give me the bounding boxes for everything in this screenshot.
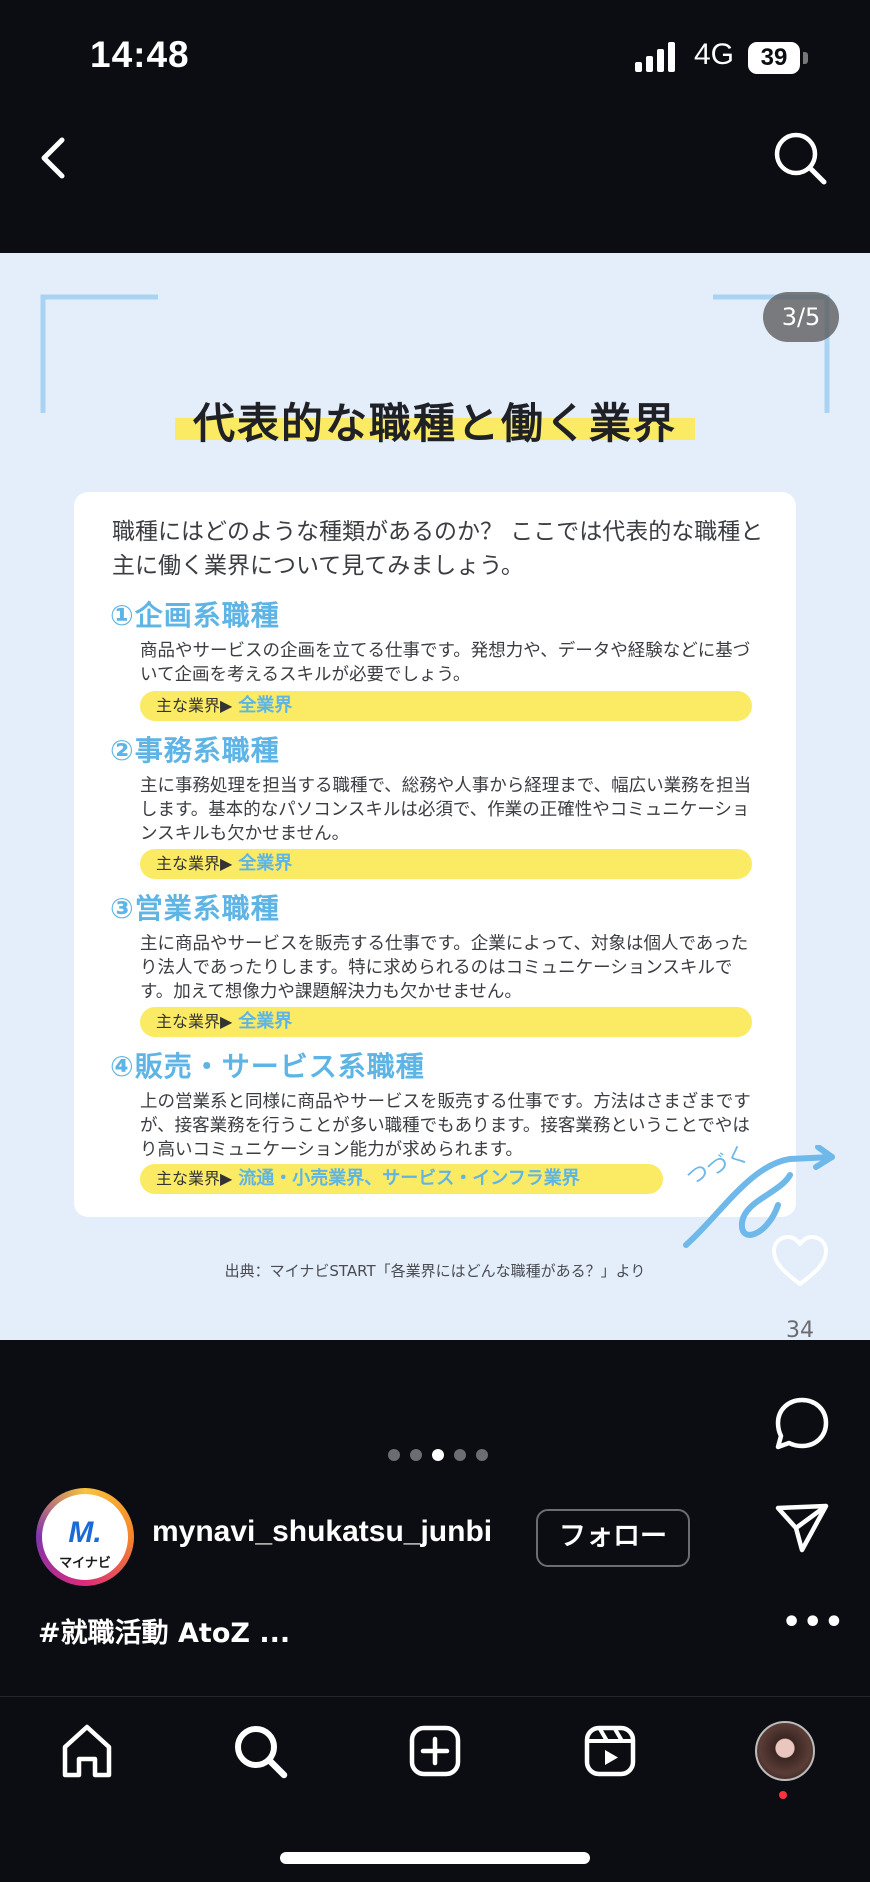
industry-bar: 主な業界▶ 全業界 (140, 691, 752, 721)
carousel-dot (388, 1449, 400, 1461)
section-heading: ①企画系職種 (110, 599, 280, 632)
profile-avatar[interactable] (755, 1721, 815, 1781)
carousel-counter: 3/5 (763, 292, 839, 342)
intro-text: 職種にはどのような種類があるのか？ ここでは代表的な職種と主に働く業界について見… (112, 519, 764, 579)
notification-dot (779, 1791, 787, 1799)
home-icon[interactable] (57, 1721, 117, 1781)
industry-bar: 主な業界▶ 流通・小売業界、サービス・インフラ業界 (140, 1164, 663, 1194)
industry-prefix: 主な業界▶ (156, 1012, 233, 1031)
carousel-dot (476, 1449, 488, 1461)
battery-tip (803, 52, 808, 64)
industry-prefix: 主な業界▶ (156, 1169, 233, 1188)
mynavi-logo: M. (68, 1516, 102, 1549)
reels-icon[interactable] (580, 1721, 640, 1781)
industry-value: 全業界 (238, 853, 293, 874)
bottom-nav-divider (0, 1696, 870, 1697)
section-body: 主に商品やサービスを販売する仕事です。企業によって、対象は個人であったり法人であ… (140, 934, 749, 1002)
section-heading: ④販売・サービス系職種 (110, 1050, 425, 1083)
search-icon[interactable] (230, 1721, 290, 1781)
section-body: 商品やサービスの企画を立てる仕事です。発想力や、データや経験などに基づいて企画を… (140, 641, 751, 685)
industry-bar: 主な業界▶ 全業界 (140, 849, 752, 879)
post-title: 代表的な職種と働く業界 (192, 399, 677, 448)
section-heading: ③営業系職種 (110, 892, 280, 925)
signal-icon (635, 42, 675, 72)
carousel-dot-active (432, 1449, 444, 1461)
create-icon[interactable] (405, 1721, 465, 1781)
status-time: 14:48 (90, 34, 190, 75)
battery-level: 39 (748, 42, 800, 74)
carousel-dot (454, 1449, 466, 1461)
industry-value: 流通・小売業界、サービス・インフラ業界 (238, 1168, 580, 1189)
account-username[interactable]: mynavi_shukatsu_junbi (152, 1515, 492, 1549)
industry-prefix: 主な業界▶ (156, 854, 233, 873)
heart-icon[interactable] (770, 1232, 830, 1292)
more-options-icon[interactable]: ••• (782, 1605, 846, 1640)
post-caption[interactable]: #就職活動 AtoZ ... (38, 1611, 290, 1650)
search-icon[interactable] (770, 128, 830, 188)
share-icon[interactable] (772, 1498, 832, 1558)
network-type: 4G (694, 38, 735, 71)
section-body: 主に事務処理を担当する職種で、総務や人事から経理まで、幅広い業務を担当します。基… (140, 776, 752, 844)
carousel-dot (410, 1449, 422, 1461)
comment-icon[interactable] (772, 1394, 832, 1454)
mynavi-logo-text: マイナビ (59, 1556, 111, 1571)
source-credit: 出典：マイナビSTART「各業界にはどんな職種がある？」より (224, 1262, 646, 1280)
like-count[interactable]: 34 (765, 1318, 835, 1343)
back-arrow-icon[interactable] (30, 128, 76, 188)
industry-bar: 主な業界▶ 全業界 (140, 1007, 752, 1037)
follow-button[interactable]: フォロー (536, 1509, 690, 1567)
home-indicator (280, 1852, 590, 1864)
section-heading: ②事務系職種 (110, 734, 280, 767)
industry-value: 全業界 (238, 695, 293, 716)
industry-prefix: 主な業界▶ (156, 696, 233, 715)
industry-value: 全業界 (238, 1011, 293, 1032)
carousel-dots (383, 1446, 493, 1465)
section-body: 上の営業系と同様に商品やサービスを販売する仕事です。方法はさまざまですが、接客業… (140, 1092, 751, 1160)
